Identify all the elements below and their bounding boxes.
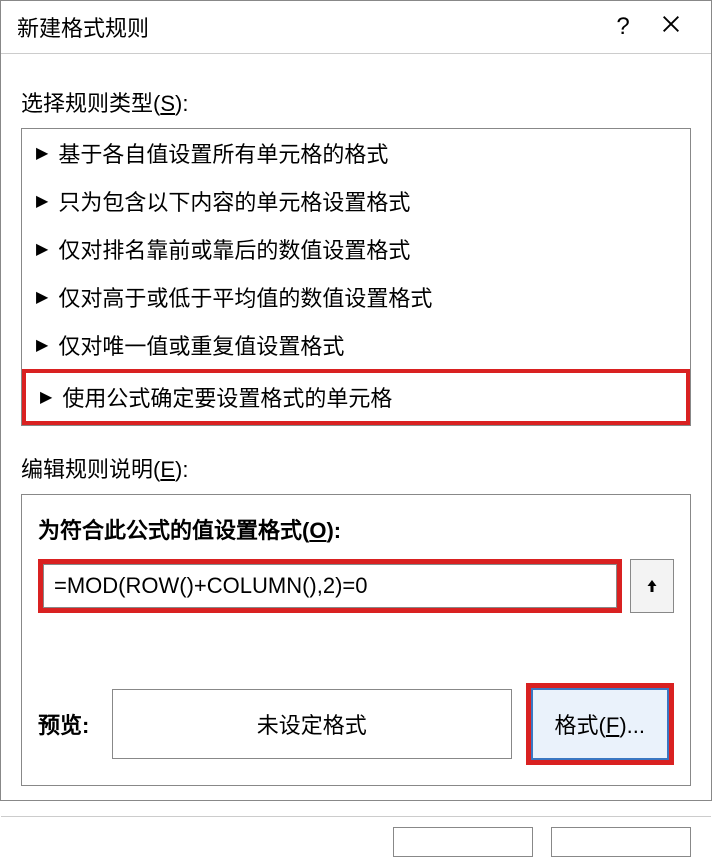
collapse-dialog-button[interactable] xyxy=(630,559,674,613)
rule-item-contains[interactable]: ▶ 只为包含以下内容的单元格设置格式 xyxy=(22,177,690,225)
marker-icon: ▶ xyxy=(36,335,48,355)
rule-item-label: 使用公式确定要设置格式的单元格 xyxy=(62,381,392,413)
rule-item-label: 基于各自值设置所有单元格的格式 xyxy=(58,137,388,169)
cancel-button[interactable] xyxy=(551,827,691,857)
collapse-icon xyxy=(643,577,661,595)
marker-icon: ▶ xyxy=(36,287,48,307)
rule-item-rank[interactable]: ▶ 仅对排名靠前或靠后的数值设置格式 xyxy=(22,225,690,273)
rule-item-label: 仅对排名靠前或靠后的数值设置格式 xyxy=(58,233,410,265)
rule-item-cell-value[interactable]: ▶ 基于各自值设置所有单元格的格式 xyxy=(22,129,690,177)
rule-item-label: 仅对唯一值或重复值设置格式 xyxy=(58,329,344,361)
new-format-rule-dialog: 新建格式规则 ? 选择规则类型(S): ▶ 基于各自值设置所有单元格的格式 ▶ … xyxy=(0,0,712,801)
preview-row: 预览: 未设定格式 格式(F)... xyxy=(38,683,674,765)
bottom-button-bar xyxy=(1,816,711,857)
edit-rule-label: 编辑规则说明(E): xyxy=(21,452,691,484)
rule-type-label: 选择规则类型(S): xyxy=(21,86,691,118)
dialog-title: 新建格式规则 xyxy=(17,11,599,43)
format-button[interactable]: 格式(F)... xyxy=(531,688,669,760)
format-button-highlight: 格式(F)... xyxy=(526,683,674,765)
preview-label: 预览: xyxy=(38,708,98,740)
formula-input-highlight xyxy=(38,559,622,613)
rule-item-average[interactable]: ▶ 仅对高于或低于平均值的数值设置格式 xyxy=(22,273,690,321)
dialog-content: 选择规则类型(S): ▶ 基于各自值设置所有单元格的格式 ▶ 只为包含以下内容的… xyxy=(1,54,711,798)
marker-icon: ▶ xyxy=(36,239,48,259)
help-icon[interactable]: ? xyxy=(599,13,647,41)
titlebar: 新建格式规则 ? xyxy=(1,1,711,54)
edit-rule-box: 为符合此公式的值设置格式(O): 预览: 未设定格式 格式(F)... xyxy=(21,494,691,786)
ok-button[interactable] xyxy=(393,827,533,857)
rule-item-unique[interactable]: ▶ 仅对唯一值或重复值设置格式 xyxy=(22,321,690,369)
close-icon[interactable] xyxy=(647,13,695,42)
formula-input[interactable] xyxy=(43,564,617,608)
marker-icon: ▶ xyxy=(40,387,52,407)
preview-box: 未设定格式 xyxy=(112,689,512,759)
rule-item-formula[interactable]: ▶ 使用公式确定要设置格式的单元格 xyxy=(22,369,690,425)
rule-item-label: 仅对高于或低于平均值的数值设置格式 xyxy=(58,281,432,313)
formula-row xyxy=(38,559,674,613)
rule-item-label: 只为包含以下内容的单元格设置格式 xyxy=(58,185,410,217)
formula-label: 为符合此公式的值设置格式(O): xyxy=(38,513,674,545)
rule-type-list: ▶ 基于各自值设置所有单元格的格式 ▶ 只为包含以下内容的单元格设置格式 ▶ 仅… xyxy=(21,128,691,426)
marker-icon: ▶ xyxy=(36,191,48,211)
marker-icon: ▶ xyxy=(36,143,48,163)
